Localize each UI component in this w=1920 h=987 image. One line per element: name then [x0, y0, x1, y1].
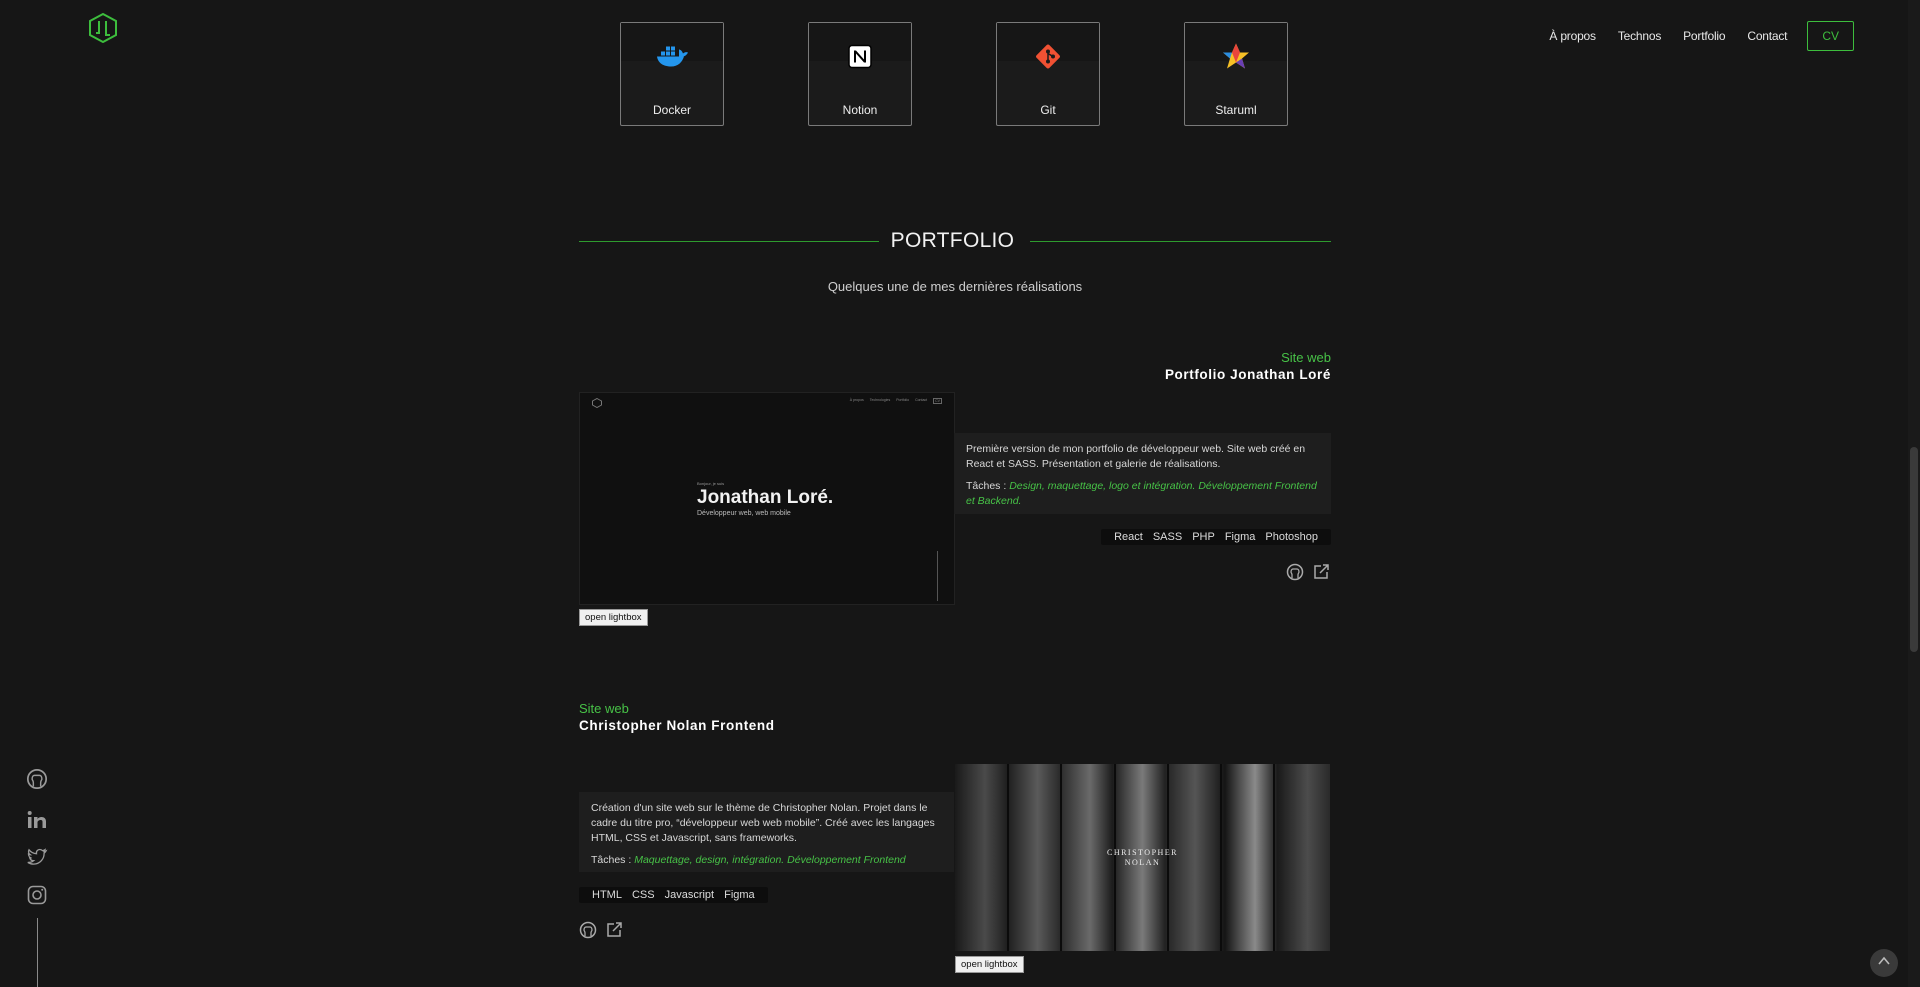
project-title: Portfolio Jonathan Loré — [1164, 367, 1331, 382]
preview-nav-item: À propos — [849, 398, 864, 402]
project-screenshot[interactable]: À propos Technologies Portfolio Contact … — [579, 392, 955, 605]
project-links — [579, 921, 631, 944]
open-lightbox-button[interactable]: open lightbox — [955, 956, 1024, 973]
techno-card-staruml: Staruml — [1184, 22, 1288, 126]
preview-title-line: CHRISTOPHER — [1106, 848, 1179, 857]
tag: HTML — [592, 889, 622, 901]
preview-nav-item: Technologies — [869, 398, 891, 402]
techno-label: Staruml — [1215, 103, 1257, 117]
preview-logo-icon — [592, 398, 602, 408]
techno-label: Notion — [842, 103, 878, 117]
external-link-icon[interactable] — [605, 921, 623, 944]
project-links — [1286, 563, 1338, 586]
external-link-icon[interactable] — [1312, 563, 1330, 586]
project-description: Création d'un site web sur le thème de C… — [579, 792, 954, 872]
tag: SASS — [1152, 531, 1183, 543]
tag: Javascript — [664, 889, 715, 901]
social-divider-line — [37, 918, 38, 987]
tag: Photoshop — [1265, 531, 1318, 543]
linkedin-icon[interactable] — [26, 809, 48, 836]
scrollbar[interactable] — [1908, 0, 1920, 987]
preview-nav-item: Portfolio — [896, 398, 910, 402]
techno-label: Git — [1040, 103, 1056, 117]
preview-role: Développeur web, web mobile — [697, 510, 791, 517]
tasks-text: Design, maquettage, logo et intégration.… — [966, 480, 1317, 507]
github-icon[interactable] — [579, 921, 597, 944]
techno-card-git: Git — [996, 22, 1100, 126]
open-lightbox-button[interactable]: open lightbox — [579, 609, 648, 626]
techno-card-notion: Notion — [808, 22, 912, 126]
preview-nav-item: Contact — [915, 398, 928, 402]
project-tags: HTML CSS Javascript Figma — [579, 887, 768, 903]
docker-icon — [655, 45, 689, 74]
project-category: Site web — [579, 701, 629, 716]
nav-link-apropos[interactable]: À propos — [1549, 29, 1596, 43]
nav-link-contact[interactable]: Contact — [1747, 29, 1787, 43]
tag: CSS — [631, 889, 655, 901]
description-text: Création d'un site web sur le thème de C… — [591, 802, 935, 844]
tasks-text: Maquettage, design, intégration. Dévelop… — [634, 854, 906, 866]
preview-nav-item: CV — [933, 398, 942, 404]
section-title: PORTFOLIO — [890, 229, 1015, 252]
scrollbar-thumb[interactable] — [1910, 447, 1918, 652]
section-subtitle: Quelques une de mes dernières réalisatio… — [827, 279, 1083, 294]
staruml-icon — [1221, 42, 1251, 77]
tag: Figma — [724, 889, 755, 901]
project-title: Christopher Nolan Frontend — [579, 718, 775, 733]
techno-card-docker: Docker — [620, 22, 724, 126]
site-logo[interactable] — [89, 12, 117, 44]
notion-icon — [847, 44, 873, 75]
nav-link-technos[interactable]: Technos — [1618, 29, 1661, 43]
git-icon — [1034, 43, 1062, 76]
back-to-top-button[interactable] — [1870, 949, 1898, 977]
title-divider-left — [579, 241, 879, 242]
project-tags: React SASS PHP Figma Photoshop — [1101, 529, 1331, 545]
instagram-icon[interactable] — [26, 884, 48, 911]
techno-label: Docker — [652, 103, 691, 117]
github-icon[interactable] — [26, 768, 48, 795]
project-screenshot[interactable]: CHRISTOPHER NOLAN — [955, 764, 1330, 951]
chevron-up-icon — [1877, 954, 1891, 973]
twitter-icon[interactable] — [26, 846, 48, 873]
nav-link-portfolio[interactable]: Portfolio — [1683, 29, 1725, 43]
github-icon[interactable] — [1286, 563, 1304, 586]
preview-greeting: Bonjour, je suis — [697, 481, 725, 486]
title-divider-right — [1030, 241, 1331, 242]
tag: Figma — [1224, 531, 1256, 543]
preview-name: Jonathan Loré. — [697, 487, 834, 508]
tag: React — [1114, 531, 1143, 543]
description-text: Première version de mon portfolio de dév… — [966, 443, 1306, 470]
tasks-label: Tâches : — [966, 480, 1007, 492]
tag: PHP — [1192, 531, 1215, 543]
project-description: Première version de mon portfolio de dév… — [954, 433, 1331, 514]
preview-title-line: NOLAN — [1124, 858, 1161, 867]
tasks-label: Tâches : — [591, 854, 632, 866]
main-nav: À propos Technos Portfolio Contact CV — [1527, 21, 1854, 51]
project-category: Site web — [1281, 350, 1331, 365]
cv-button[interactable]: CV — [1807, 21, 1854, 51]
